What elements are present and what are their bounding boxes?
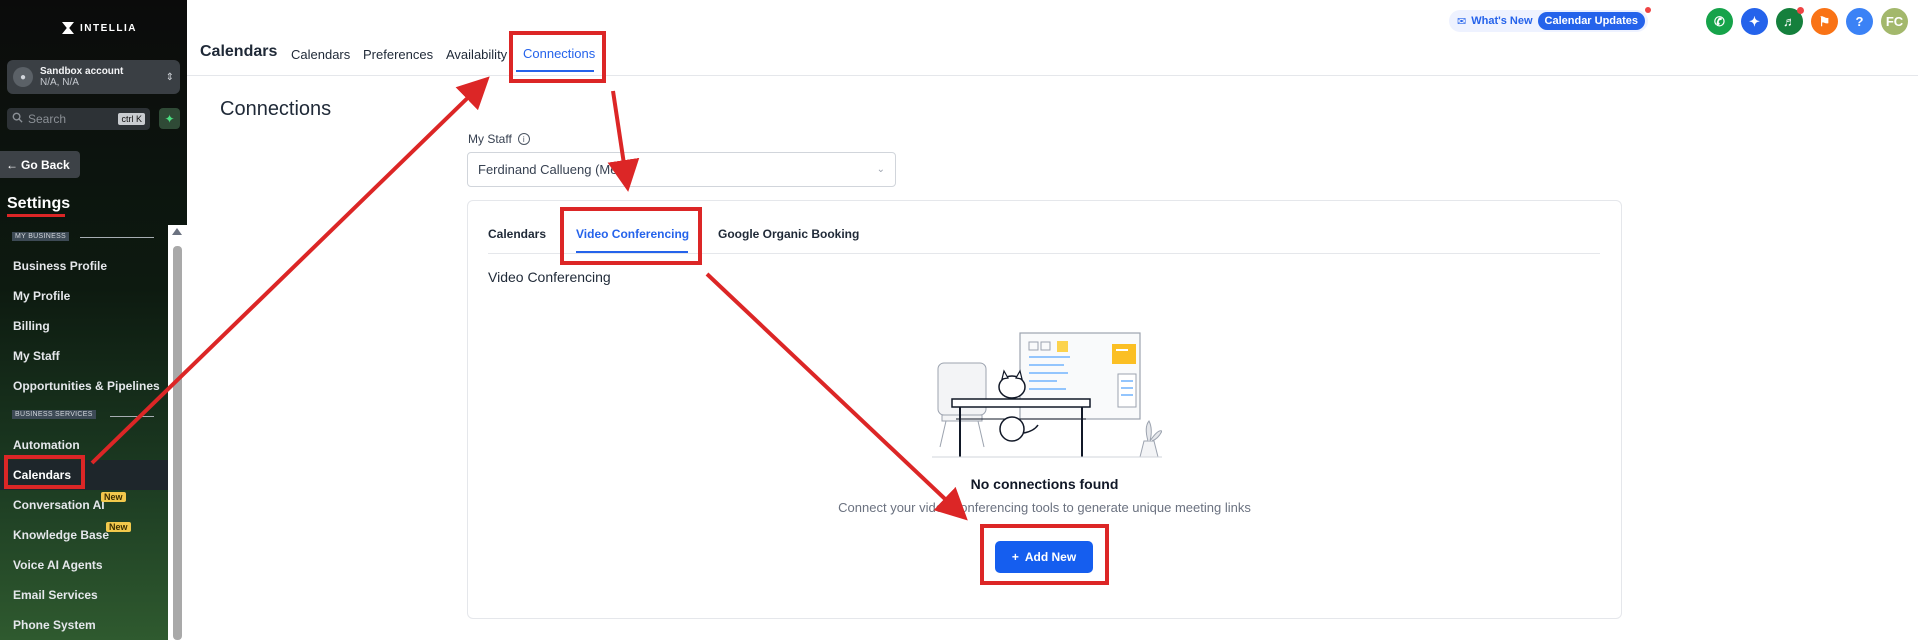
notification-dot [1797,7,1804,14]
brand-logo[interactable]: INTELLIA [62,22,137,34]
staff-select-value: Ferdinand Callueng (Me) [478,162,622,177]
sidebar-item-business-profile[interactable]: Business Profile [13,259,107,273]
tab-availability[interactable]: Availability [446,47,507,62]
section-heading: Video Conferencing [488,269,611,285]
megaphone-icon: ♬ [1783,14,1796,29]
section-divider [110,416,154,417]
sparkle-icon: ✦ [164,111,175,126]
phone-button[interactable]: ✆ [1706,8,1733,35]
info-icon[interactable]: i [517,133,530,145]
announcement-icon: ✉ [1457,15,1467,28]
annotation-box-connections-tab [509,31,606,83]
magic-wand-button[interactable]: ✦ [1741,8,1768,35]
empty-state-title: No connections found [970,476,1119,492]
chevron-down-icon: ⌄ [876,164,885,175]
sidebar-scrollbar-thumb[interactable] [173,246,182,640]
chevron-updown-icon: ⇕ [165,71,174,83]
annotation-box-add-new-button [980,524,1109,585]
sidebar-item-voice-ai-agents[interactable]: Voice AI Agents [13,558,103,572]
calendar-updates-pill[interactable]: Calendar Updates [1537,12,1646,30]
tab-calendars[interactable]: Calendars [291,47,350,62]
scroll-up-icon[interactable] [172,228,182,235]
notifications-button[interactable]: ⚑ [1811,8,1838,35]
brand-name: INTELLIA [80,22,137,34]
sidebar-item-billing[interactable]: Billing [13,319,50,333]
section-divider [80,237,154,238]
staff-label-text: My Staff [468,132,512,146]
help-icon: ? [1855,14,1864,29]
bell-icon: ⚑ [1818,13,1831,29]
settings-title: Settings [7,195,71,212]
inner-tab-calendars[interactable]: Calendars [488,227,546,241]
annotation-box-video-conferencing-tab [560,207,702,265]
help-button[interactable]: ? [1846,8,1873,35]
sidebar-item-knowledge-base[interactable]: Knowledge Base [13,528,109,542]
page-header-title: Calendars [200,43,278,60]
staff-label: My Staff i [468,132,530,146]
settings-underline [7,214,65,217]
inner-tab-google-organic-booking[interactable]: Google Organic Booking [718,227,859,241]
annotation-box-calendars [4,455,85,489]
app-root: { "sidebar": { "logo_text": "INTELLIA", … [0,0,1918,640]
search-input[interactable]: Search ctrl K [7,108,150,130]
phone-icon: ✆ [1714,13,1725,29]
page-title: Connections [220,98,332,120]
search-icon [12,110,23,128]
sidebar: INTELLIA ● Sandbox account N/A, N/A ⇕ Se… [0,0,187,640]
sidebar-item-email-services[interactable]: Email Services [13,588,98,602]
magic-wand-icon: ✦ [1749,13,1760,29]
arrow-left-icon: ← [6,157,18,172]
tab-preferences[interactable]: Preferences [363,47,433,62]
search-placeholder: Search [28,112,67,126]
whats-new-label: What's New [1471,15,1533,27]
account-name: Sandbox account [40,66,124,77]
empty-state-subtitle: Connect your video conferencing tools to… [838,500,1251,515]
sidebar-item-my-profile[interactable]: My Profile [13,289,70,303]
empty-state-illustration [932,332,1162,458]
user-avatar[interactable]: FC [1881,8,1908,35]
sidebar-item-automation[interactable]: Automation [13,438,80,452]
account-switcher[interactable]: ● Sandbox account N/A, N/A ⇕ [7,60,180,94]
new-badge: New [106,522,131,532]
notification-dot [1645,7,1652,13]
new-badge: New [101,492,126,502]
sidebar-item-conversation-ai[interactable]: Conversation AI [13,498,105,512]
section-label-business-services: BUSINESS SERVICES [12,410,96,419]
sidebar-item-opportunities-pipelines[interactable]: Opportunities & Pipelines [13,379,160,393]
user-initials: FC [1885,14,1904,29]
account-icon: ● [13,67,33,87]
announcements-button[interactable]: ♬ [1776,7,1804,35]
staff-select[interactable]: Ferdinand Callueng (Me) ⌄ [467,152,896,187]
section-label-my-business: MY BUSINESS [12,232,70,241]
search-shortcut: ctrl K [118,113,145,125]
logo-mark-icon [62,22,74,34]
go-back-button[interactable]: ← Go Back [0,151,80,178]
sidebar-item-phone-system[interactable]: Phone System [13,618,96,632]
sidebar-item-my-staff[interactable]: My Staff [13,349,60,363]
ai-sparkle-button[interactable]: ✦ [159,108,180,129]
whats-new-banner[interactable]: ✉ What's New Calendar Updates [1449,7,1652,32]
go-back-label: Go Back [21,157,70,172]
top-bar: Calendars Calendars Preferences Availabi… [187,0,1918,76]
account-location: N/A, N/A [40,77,79,88]
